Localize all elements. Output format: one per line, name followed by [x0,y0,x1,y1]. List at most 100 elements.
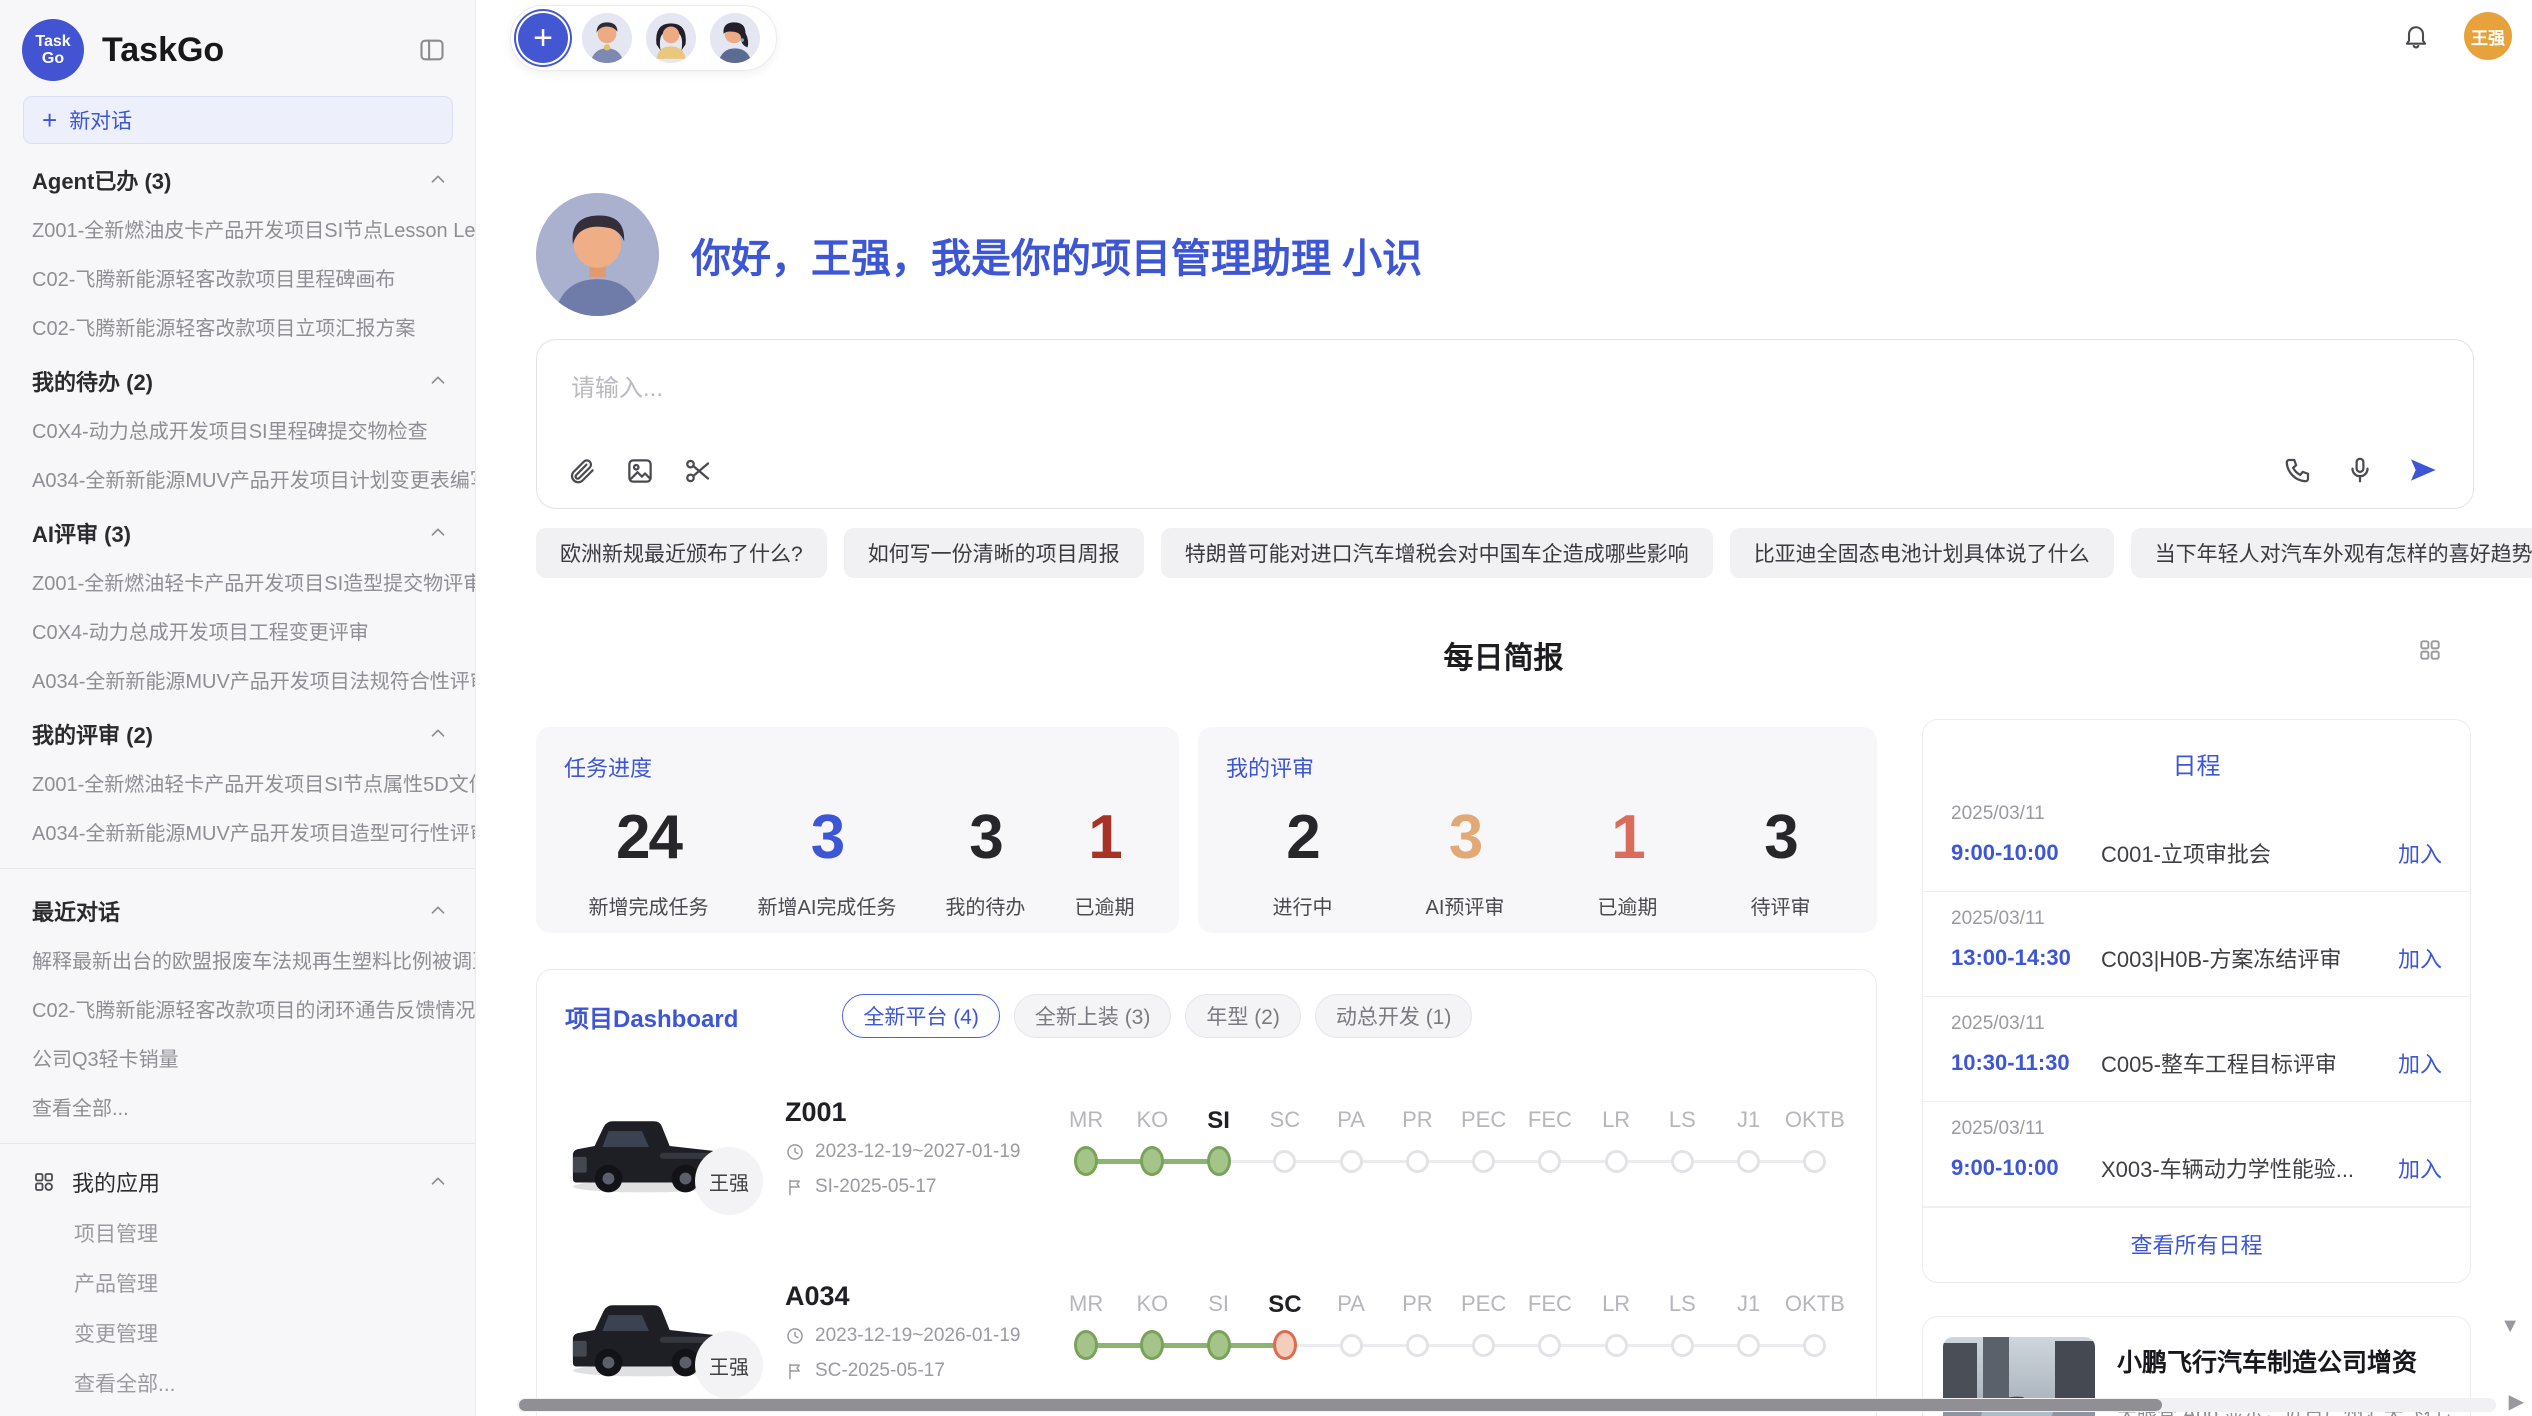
app-link-change-mgmt[interactable]: 变更管理 [0,1308,475,1358]
image-button[interactable] [625,456,655,486]
schedule-time: 9:00-10:00 [1951,840,2101,866]
recent-chat-item[interactable]: 公司Q3轻卡销量 [0,1033,475,1082]
milestone-label: LR [1583,1107,1649,1135]
sidebar-item[interactable]: C02-飞腾新能源轻客改款项目立项汇报方案 [0,302,475,351]
suggestion-chip[interactable]: 比亚迪全固态电池计划具体说了什么 [1730,528,2114,578]
hero-greeting: 你好，王强，我是你的项目管理助理 小识 [536,193,1422,316]
milestone-timeline: MR KO SI SC PA PR PEC FEC LR LS J1 OKTB [1053,1291,1848,1371]
recent-chat-item[interactable]: C02-飞腾新能源轻客改款项目的闭环通告反馈情况 [0,984,475,1033]
milestone-node [1737,1334,1760,1357]
milestone-label: OKTB [1782,1291,1848,1319]
sidebar-item[interactable]: C0X4-动力总成开发项目SI里程碑提交物检查 [0,405,475,454]
milestone-label: LS [1649,1291,1715,1319]
join-link[interactable]: 加入 [2398,1152,2442,1184]
clock-icon [785,1326,805,1346]
section-my-todo[interactable]: 我的待办 (2) [0,351,475,405]
sidebar-item-my-apps[interactable]: 我的应用 [0,1156,475,1208]
join-link[interactable]: 加入 [2398,837,2442,869]
sidebar-item[interactable]: A034-全新新能源MUV产品开发项目法规符合性评审 [0,655,475,704]
tab-new-body[interactable]: 全新上装 (3) [1014,994,1172,1038]
schedule-date: 2025/03/11 [1951,1013,2442,1035]
add-agent-button[interactable]: + [518,13,568,63]
milestone-label: PA [1318,1291,1384,1319]
sidebar-item[interactable]: Z001-全新燃油皮卡产品开发项目SI节点Lesson Learn报告 [0,204,475,253]
user-avatar[interactable]: 王强 [2464,12,2512,60]
tab-powertrain[interactable]: 动总开发 (1) [1315,994,1473,1038]
horizontal-scrollbar[interactable] [517,1398,2496,1412]
stat-value: 1 [1088,801,1120,875]
stat-value: 3 [811,801,843,875]
project-dates: 2023-12-19~2027-01-19 [785,1141,1047,1163]
milestone-node-done [1207,1330,1231,1360]
agent-avatar-2[interactable] [646,13,696,63]
dashboard-header: 项目Dashboard 全新平台 (4) 全新上装 (3) 年型 (2) 动总开… [565,994,1848,1038]
new-chat-button[interactable]: + 新对话 [23,96,453,144]
message-composer [536,339,2474,509]
stat-value: 3 [1449,801,1481,875]
sidebar-item[interactable]: A034-全新新能源MUV产品开发项目造型可行性评审 [0,807,475,856]
app-link-product-mgmt[interactable]: 产品管理 [0,1258,475,1308]
milestone-node-done [1074,1330,1098,1360]
sidebar: Task Go TaskGo + 新对话 Agent已办 (3) Z001-全新… [0,0,476,1416]
milestone-node [1671,1334,1694,1357]
topbar-right: 王强 [2402,12,2512,60]
schedule-time: 10:30-11:30 [1951,1050,2101,1076]
agent-avatar-1[interactable] [582,13,632,63]
sidebar-item-cloud-space[interactable]: 我的云空间 [0,1408,475,1416]
notification-bell-icon[interactable] [2402,22,2430,50]
scissors-button[interactable] [683,456,713,486]
milestone-node [1671,1150,1694,1173]
sidebar-item[interactable]: C0X4-动力总成开发项目工程变更评审 [0,606,475,655]
sidebar-collapse-icon[interactable] [415,33,449,67]
view-all-schedule-link[interactable]: 查看所有日程 [1923,1207,2470,1282]
composer-right-tools [2283,454,2439,486]
recent-chat-item[interactable]: 查看全部... [0,1082,475,1131]
join-link[interactable]: 加入 [2398,942,2442,974]
milestone-label: J1 [1716,1107,1782,1135]
clock-icon [785,1142,805,1162]
milestone-node-done [1207,1146,1231,1176]
chevron-up-icon [427,169,449,191]
project-row[interactable]: 王强 A034 2023-12-19~2026-01-19 SC-2025-05… [565,1256,1848,1406]
sidebar-item[interactable]: A034-全新新能源MUV产品开发项目计划变更表编写 [0,454,475,503]
app-link-project-mgmt[interactable]: 项目管理 [0,1208,475,1258]
milestone-label: SC [1252,1107,1318,1135]
sidebar-item[interactable]: C02-飞腾新能源轻客改款项目里程碑画布 [0,253,475,302]
suggestion-chip[interactable]: 特朗普可能对进口汽车增税会对中国车企造成哪些影响 [1161,528,1713,578]
layout-grid-icon[interactable] [2417,637,2443,663]
agent-avatar-3[interactable] [710,13,760,63]
card-title: 任务进度 [564,751,1159,783]
section-my-review[interactable]: 我的评审 (2) [0,704,475,758]
milestone-node [1340,1334,1363,1357]
milestone-label: KO [1119,1291,1185,1319]
scroll-right-arrow[interactable]: ▶ [2509,1389,2524,1414]
send-button[interactable] [2407,454,2439,486]
join-link[interactable]: 加入 [2398,1047,2442,1079]
attach-button[interactable] [567,456,597,486]
stat-label: 已逾期 [1597,891,1657,920]
section-agent-done[interactable]: Agent已办 (3) [0,150,475,204]
section-recent-chats[interactable]: 最近对话 [0,881,475,935]
section-ai-review[interactable]: AI评审 (3) [0,503,475,557]
tab-model-year[interactable]: 年型 (2) [1185,994,1301,1038]
recent-chat-item[interactable]: 解释最新出台的欧盟报废车法规再生塑料比例被调至15%... [0,935,475,984]
microphone-button[interactable] [2345,455,2375,485]
phone-call-button[interactable] [2283,455,2313,485]
news-title: 小鹏飞行汽车制造公司增资 [2117,1343,2450,1379]
project-info: A034 2023-12-19~2026-01-19 SC-2025-05-17 [785,1281,1047,1382]
suggestion-chip[interactable]: 欧洲新规最近颁布了什么? [536,528,827,578]
tab-new-platform[interactable]: 全新平台 (4) [842,994,1000,1038]
message-input[interactable] [569,366,1773,430]
sidebar-item[interactable]: Z001-全新燃油轻卡产品开发项目SI节点属性5D文件评审 [0,758,475,807]
milestone-label: J1 [1716,1291,1782,1319]
suggestion-chip[interactable]: 如何写一份清晰的项目周报 [844,528,1144,578]
chevron-up-icon [427,522,449,544]
app-link-view-all[interactable]: 查看全部... [0,1358,475,1408]
stat-label: 已逾期 [1074,891,1134,920]
sidebar-item[interactable]: Z001-全新燃油轻卡产品开发项目SI造型提交物评审 [0,557,475,606]
project-row[interactable]: 王强 Z001 2023-12-19~2027-01-19 SI-2025-05… [565,1072,1848,1222]
horizontal-scrollbar-thumb[interactable] [519,1399,2162,1411]
apps-grid-icon [32,1170,56,1194]
suggestion-chip[interactable]: 当下年轻人对汽车外观有怎样的喜好趋势 [2131,528,2532,578]
scroll-down-arrow[interactable]: ▼ [2500,1315,2520,1338]
